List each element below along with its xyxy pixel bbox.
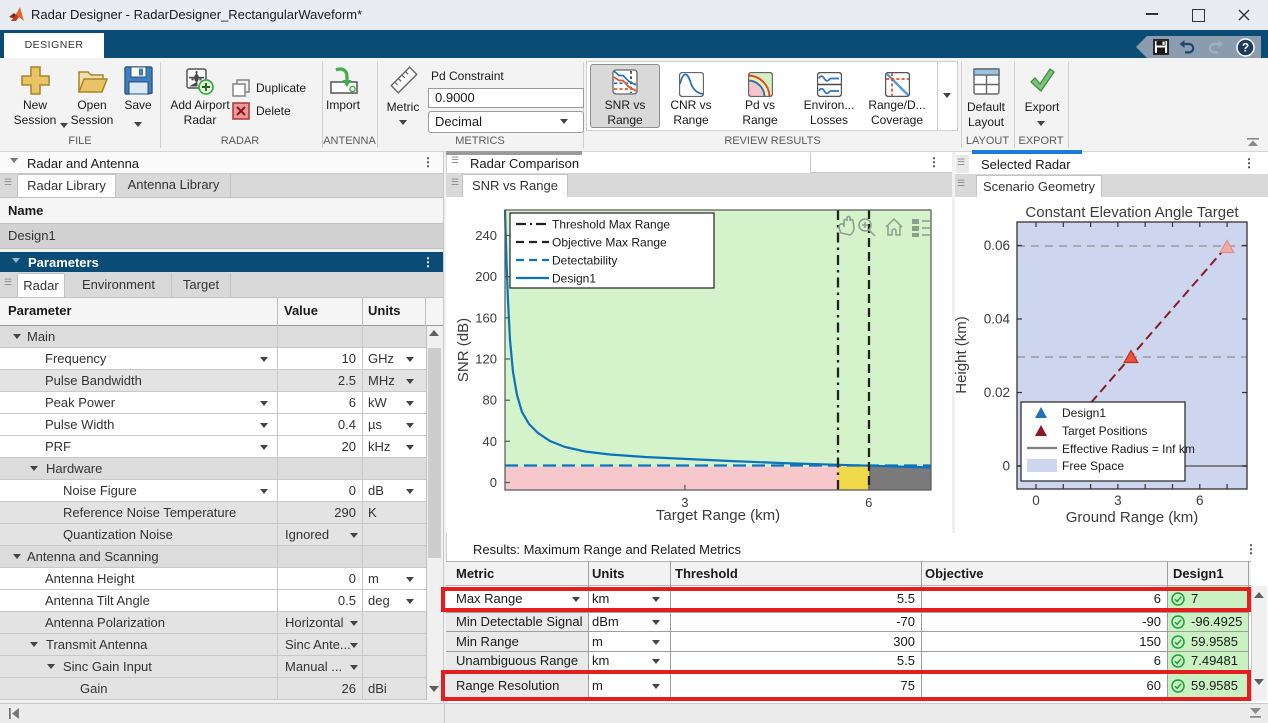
svg-text:160: 160 xyxy=(475,310,497,325)
svg-text:Height (km): Height (km) xyxy=(955,316,970,394)
svg-text:Constant Elevation Angle Targe: Constant Elevation Angle Target xyxy=(1025,204,1239,221)
svg-text:200: 200 xyxy=(475,269,497,284)
svg-text:Effective Radius = Inf km: Effective Radius = Inf km xyxy=(1062,442,1195,456)
svg-text:SNR (dB): SNR (dB) xyxy=(455,318,472,382)
svg-text:6: 6 xyxy=(865,495,872,510)
svg-text:0.06: 0.06 xyxy=(984,238,1010,253)
svg-text:40: 40 xyxy=(483,434,497,449)
svg-text:Objective Max Range: Objective Max Range xyxy=(552,236,667,250)
svg-text:0: 0 xyxy=(1032,493,1040,508)
svg-text:Threshold Max Range: Threshold Max Range xyxy=(552,218,670,232)
svg-text:240: 240 xyxy=(475,228,497,243)
svg-text:Free Space: Free Space xyxy=(1062,459,1124,473)
svg-text:120: 120 xyxy=(475,352,497,367)
svg-text:0: 0 xyxy=(490,475,497,490)
svg-text:Target Positions: Target Positions xyxy=(1062,424,1147,438)
svg-text:3: 3 xyxy=(1114,493,1122,508)
svg-text:80: 80 xyxy=(483,393,497,408)
svg-text:0: 0 xyxy=(1002,459,1010,474)
svg-text:0.02: 0.02 xyxy=(984,385,1010,400)
svg-text:?: ? xyxy=(1242,41,1249,55)
svg-text:Target Range (km): Target Range (km) xyxy=(656,507,780,524)
svg-text:Design1: Design1 xyxy=(1062,406,1106,420)
svg-text:Ground Range (km): Ground Range (km) xyxy=(1066,509,1199,526)
svg-text:0.04: 0.04 xyxy=(984,312,1011,327)
svg-text:Detectability: Detectability xyxy=(552,254,617,268)
svg-text:Design1: Design1 xyxy=(552,272,596,286)
svg-text:6: 6 xyxy=(1196,493,1204,508)
